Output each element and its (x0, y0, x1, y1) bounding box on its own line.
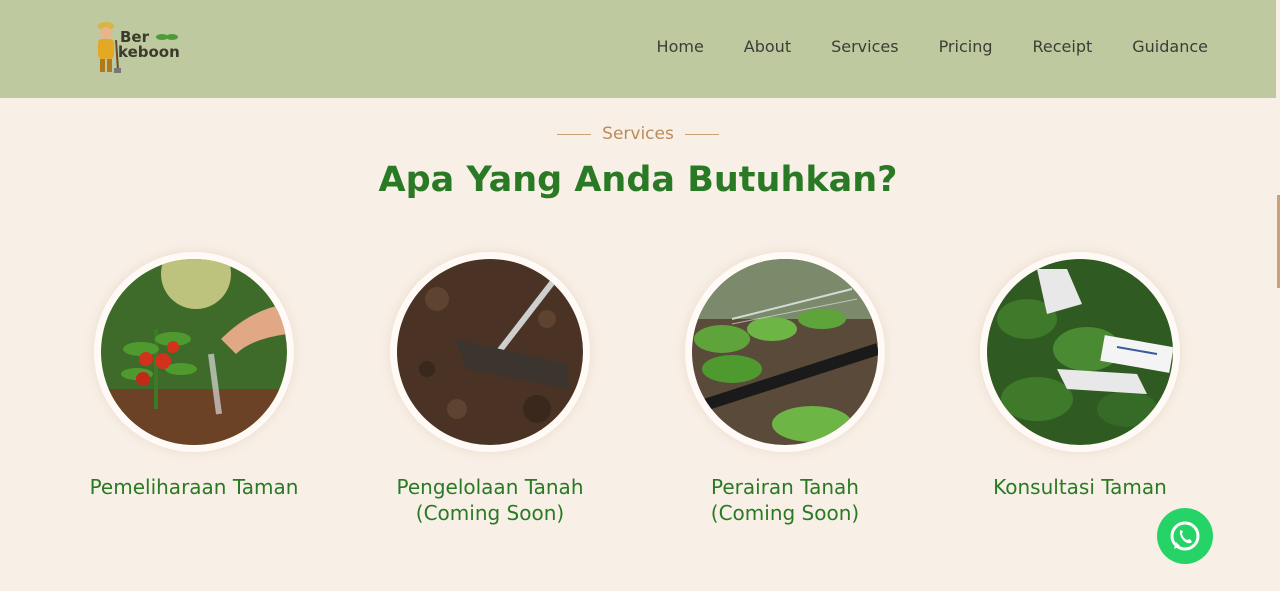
service-card-konsultasi[interactable]: Konsultasi Taman (970, 252, 1190, 500)
whatsapp-icon (1170, 521, 1200, 551)
tomato-planting-image (101, 259, 287, 445)
section-eyebrow: Services (0, 124, 1276, 144)
service-image-frame (980, 252, 1180, 452)
service-label: Konsultasi Taman (993, 475, 1167, 499)
service-image-frame (94, 252, 294, 452)
nav-guidance[interactable]: Guidance (1132, 37, 1208, 56)
drip-irrigation-image (692, 259, 878, 445)
nav-about[interactable]: About (744, 37, 791, 56)
service-label: Perairan Tanah (Coming Soon) (675, 474, 895, 526)
service-card-pemeliharaan[interactable]: Pemeliharaan Taman (84, 252, 304, 500)
logo-wordmark: Ber keboon (118, 30, 180, 61)
soil-hoe-image (397, 259, 583, 445)
service-image-frame (390, 252, 590, 452)
service-image-frame (685, 252, 885, 452)
nav-services[interactable]: Services (831, 37, 898, 56)
leaf-icon (156, 34, 179, 40)
service-label: Pemeliharaan Taman (89, 475, 299, 499)
service-card-perairan[interactable]: Perairan Tanah (Coming Soon) (675, 252, 895, 526)
whatsapp-button[interactable] (1157, 508, 1213, 564)
nav-pricing[interactable]: Pricing (939, 37, 993, 56)
logo-line-2: keboon (118, 43, 180, 61)
service-card-pengelolaan[interactable]: Pengelolaan Tanah (Coming Soon) (380, 252, 600, 526)
garden-consultation-image (987, 259, 1173, 445)
service-label: Pengelolaan Tanah (Coming Soon) (380, 474, 600, 526)
eyebrow-line-left (556, 133, 591, 135)
nav-home[interactable]: Home (657, 37, 704, 56)
service-label-title: Perairan Tanah (711, 475, 859, 499)
top-navbar: Ber keboon Home About Services Pricing R… (0, 0, 1276, 98)
section-title: Apa Yang Anda Butuhkan? (378, 160, 898, 200)
service-label-note: (Coming Soon) (415, 501, 565, 525)
main-nav: Home About Services Pricing Receipt Guid… (657, 37, 1208, 56)
service-label-title: Pengelolaan Tanah (396, 475, 584, 499)
berkeboon-logo[interactable]: Ber keboon (92, 20, 182, 76)
service-label-note: (Coming Soon) (710, 501, 860, 525)
nav-receipt[interactable]: Receipt (1033, 37, 1093, 56)
eyebrow-text: Services (602, 124, 674, 144)
eyebrow-line-right (685, 133, 720, 135)
